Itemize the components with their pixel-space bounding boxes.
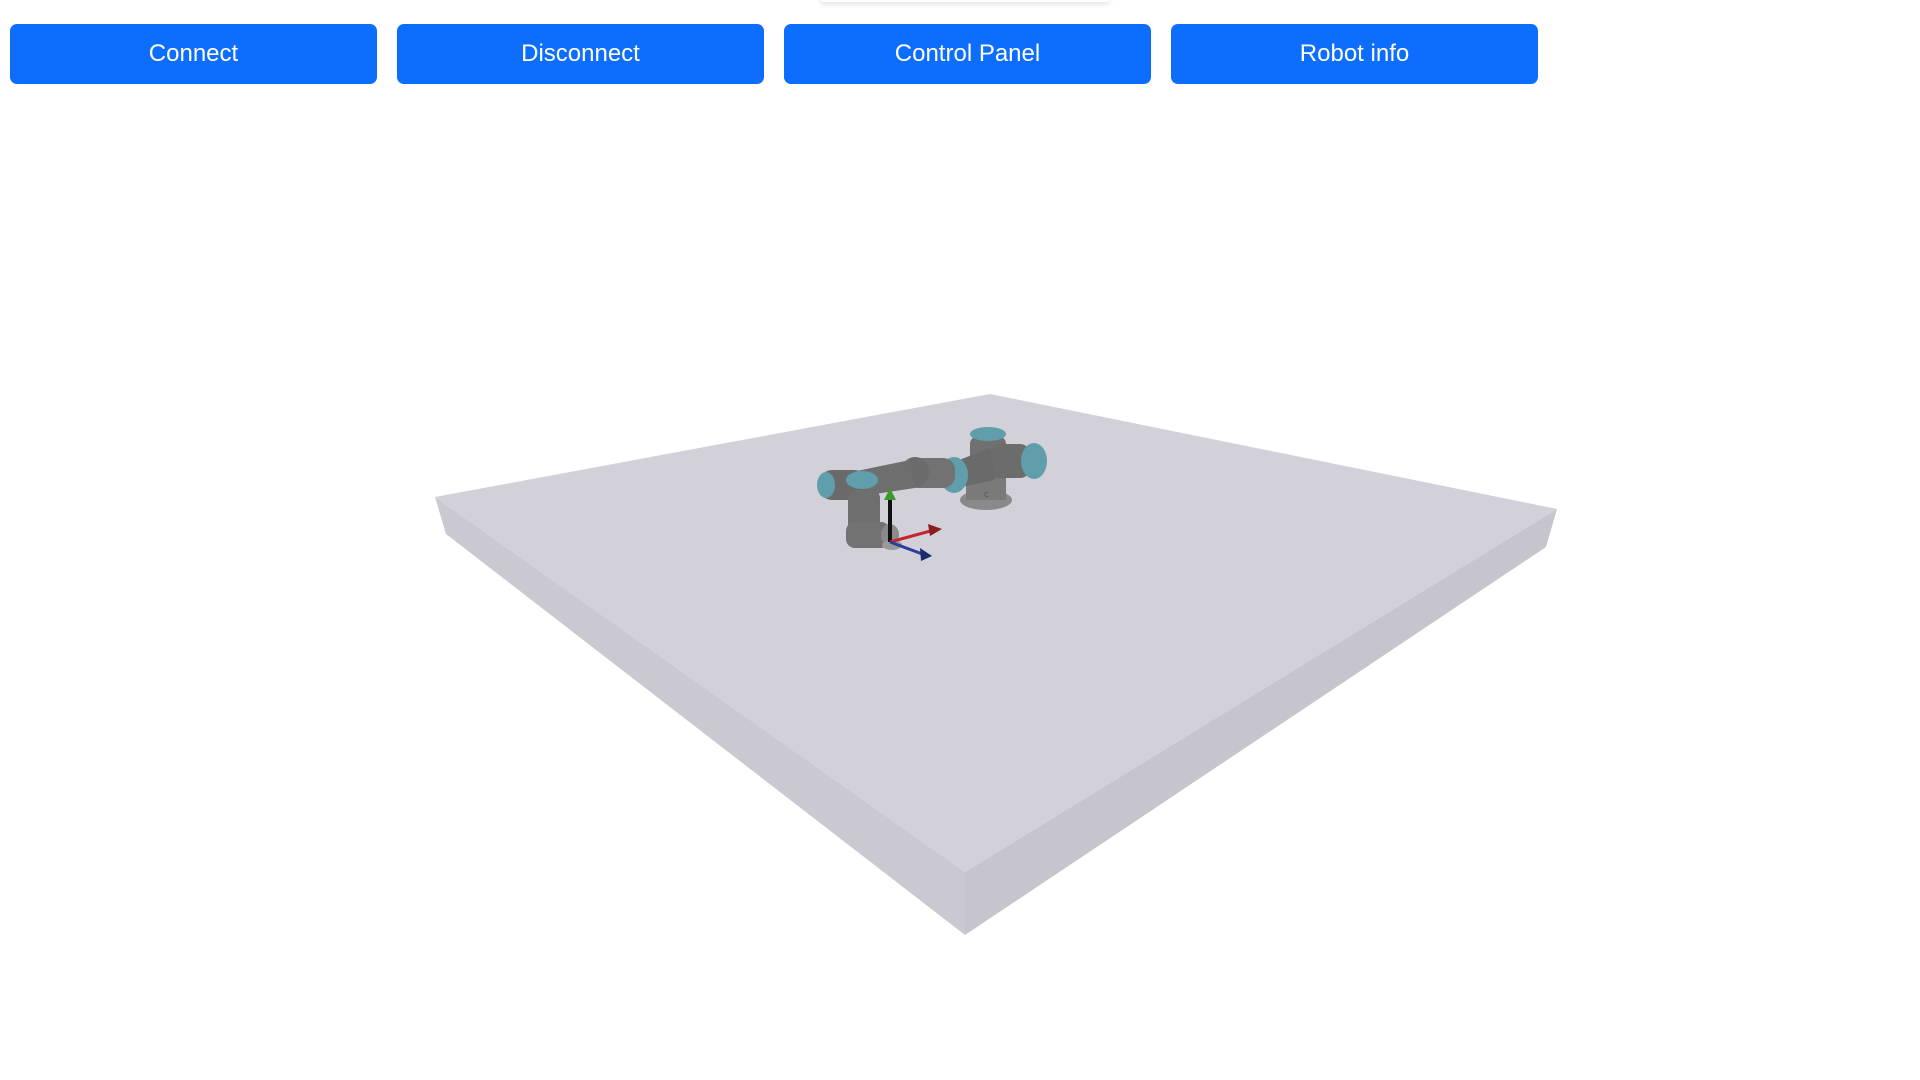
svg-text:c: c xyxy=(984,490,989,500)
robot-shoulder-cap xyxy=(970,427,1006,441)
scene-canvas[interactable]: c xyxy=(0,100,1920,1080)
3d-viewport[interactable]: c xyxy=(0,100,1920,1080)
robot-info-button[interactable]: Robot info xyxy=(1171,24,1538,84)
connect-button[interactable]: Connect xyxy=(10,24,377,84)
disconnect-button[interactable]: Disconnect xyxy=(397,24,764,84)
robot-elbow-joint xyxy=(817,472,835,498)
toolbar: Connect Disconnect Control Panel Robot i… xyxy=(0,0,1920,100)
control-panel-button[interactable]: Control Panel xyxy=(784,24,1151,84)
robot-shoulder-joint xyxy=(1021,443,1047,479)
